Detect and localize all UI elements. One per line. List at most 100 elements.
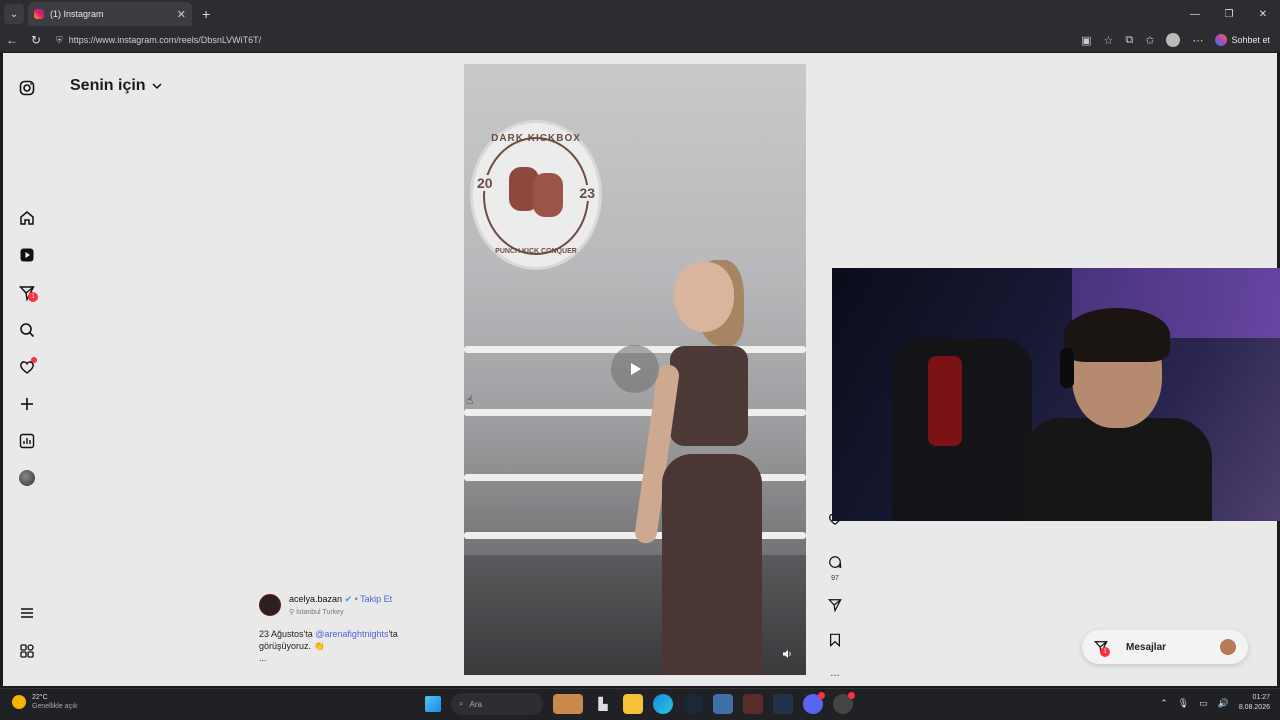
also-from-meta-icon[interactable] bbox=[18, 642, 36, 660]
profile-avatar-nav[interactable] bbox=[18, 469, 36, 487]
windows-taskbar: 22°C Genellikle açık ⌕ Ara ▙ ⌃ 🎙 ▭ 🔊 01:… bbox=[0, 688, 1280, 720]
back-arrow-icon[interactable]: ← bbox=[0, 33, 24, 47]
share-icon[interactable] bbox=[825, 598, 845, 614]
obs-icon[interactable] bbox=[833, 692, 855, 714]
window-controls: — ❐ ✕ bbox=[1178, 0, 1280, 28]
webcam-overlay bbox=[832, 268, 1280, 521]
window-close-icon[interactable]: ✕ bbox=[1246, 9, 1280, 20]
more-menu-hamburger-icon[interactable] bbox=[18, 604, 36, 622]
notifications-heart-icon[interactable] bbox=[18, 357, 37, 376]
athlete-head bbox=[674, 262, 734, 332]
search-icon: ⌕ bbox=[459, 699, 464, 708]
hand-cursor-icon: ☝ bbox=[466, 393, 474, 407]
clock-time: 01:27 bbox=[1252, 694, 1270, 701]
athlete-legs bbox=[662, 454, 762, 675]
reel-caption: 23 Ağustos'ta @arenafightnights'ta görüş… bbox=[259, 628, 439, 652]
home-icon[interactable] bbox=[18, 209, 36, 227]
caption-more[interactable]: ... bbox=[259, 653, 267, 663]
browser-toolbar-right: ▣ ☆ ⧉ ✩ ⋯ Sohbet et bbox=[1081, 28, 1270, 52]
ring-rope bbox=[464, 409, 806, 416]
gym-logo-sign: DARK KICKBOX 20 23 PUNCH KICK CONQUER bbox=[470, 120, 602, 270]
tray-chevron-up-icon[interactable]: ⌃ bbox=[1160, 698, 1168, 709]
copilot-chat-button[interactable]: Sohbet et bbox=[1215, 34, 1270, 46]
page-title: Senin için bbox=[70, 77, 146, 94]
comment-count: 97 bbox=[831, 575, 839, 582]
messages-label: Mesajlar bbox=[1126, 641, 1167, 653]
search-icon[interactable] bbox=[18, 321, 36, 339]
dashboard-chart-icon[interactable] bbox=[18, 432, 36, 450]
tab-list-chevron-icon[interactable]: ⌄ bbox=[4, 4, 24, 24]
copilot-chat-label: Sohbet et bbox=[1231, 35, 1270, 45]
direct-messages-icon[interactable]: 1 bbox=[18, 284, 38, 302]
discord-icon[interactable] bbox=[803, 692, 825, 714]
gym-logo-year-left: 20 bbox=[477, 175, 493, 191]
url-field[interactable]: ⛨ https://www.instagram.com/reels/DbsnLV… bbox=[56, 30, 1056, 50]
display-icon[interactable]: ▭ bbox=[1199, 698, 1208, 709]
reels-icon[interactable] bbox=[18, 246, 36, 264]
system-tray: ⌃ 🎙 ▭ 🔊 01:27 8.08.2026 bbox=[1160, 693, 1270, 713]
speaker-icon[interactable]: 🔊 bbox=[1218, 698, 1229, 709]
game-launcher-icon[interactable] bbox=[743, 694, 763, 714]
author-line: acelya.bazan ✔ • Takip Et bbox=[289, 594, 393, 604]
headset bbox=[1060, 348, 1074, 388]
messages-send-icon: 1 bbox=[1093, 640, 1110, 657]
weather-widget[interactable]: 22°C Genellikle açık bbox=[12, 693, 78, 711]
windows-start-icon[interactable] bbox=[425, 696, 441, 712]
favorite-star-icon[interactable]: ☆ bbox=[1104, 34, 1114, 47]
browser-tab-bar: ⌄ (1) Instagram ✕ + — ❐ ✕ bbox=[0, 0, 1280, 28]
code-editor-icon[interactable] bbox=[773, 694, 793, 714]
steam-icon[interactable] bbox=[683, 694, 703, 714]
author-location[interactable]: ⚲ İstanbul Turkey bbox=[289, 608, 344, 616]
gym-logo-year-right: 23 bbox=[579, 185, 595, 201]
messages-pill[interactable]: 1 Mesajlar bbox=[1082, 630, 1248, 664]
browser-tab-instagram[interactable]: (1) Instagram ✕ bbox=[28, 2, 192, 26]
taskbar-search[interactable]: ⌕ Ara bbox=[451, 693, 543, 715]
instagram-logo-icon[interactable] bbox=[18, 79, 36, 97]
feed-selector[interactable]: Senin için bbox=[70, 77, 162, 95]
caption-mention-link[interactable]: @arenafightnights bbox=[315, 629, 388, 639]
file-explorer-icon[interactable] bbox=[623, 694, 643, 714]
obs-notification-dot bbox=[848, 692, 855, 699]
athlete-top bbox=[670, 346, 748, 446]
taskbar-search-placeholder: Ara bbox=[469, 699, 482, 709]
reload-icon[interactable]: ↻ bbox=[24, 33, 48, 47]
gaming-chair-accent bbox=[928, 356, 962, 446]
browser-address-bar: ← ↻ ⛨ https://www.instagram.com/reels/Db… bbox=[0, 28, 1280, 52]
gym-logo-text-bottom: PUNCH KICK CONQUER bbox=[495, 248, 577, 255]
split-screen-icon[interactable]: ▣ bbox=[1081, 34, 1091, 47]
task-view-icon[interactable]: ▙ bbox=[593, 694, 613, 714]
tab-close-icon[interactable]: ✕ bbox=[177, 8, 186, 21]
new-tab-plus-icon[interactable]: + bbox=[202, 6, 210, 22]
play-button[interactable] bbox=[611, 345, 659, 393]
microphone-icon[interactable]: 🎙 bbox=[1178, 698, 1189, 709]
restore-icon[interactable]: ❐ bbox=[1212, 9, 1246, 20]
messages-badge: 1 bbox=[1100, 647, 1110, 657]
follow-button[interactable]: Takip Et bbox=[360, 594, 392, 604]
store-icon[interactable] bbox=[713, 694, 733, 714]
create-plus-icon[interactable] bbox=[18, 395, 36, 413]
profile-avatar-icon[interactable] bbox=[1166, 33, 1181, 47]
instagram-favicon-icon bbox=[34, 9, 44, 19]
more-options-button[interactable]: ... bbox=[825, 667, 845, 679]
author-avatar[interactable] bbox=[259, 594, 281, 616]
weather-desc: Genellikle açık bbox=[32, 703, 78, 710]
site-info-icon[interactable]: ⛨ bbox=[56, 35, 63, 46]
message-contact-avatar bbox=[1220, 639, 1236, 655]
extensions-icon[interactable]: ⧉ bbox=[1125, 34, 1133, 47]
favorites-list-icon[interactable]: ✩ bbox=[1145, 34, 1154, 47]
clock[interactable]: 01:27 8.08.2026 bbox=[1239, 693, 1270, 713]
author-username[interactable]: acelya.bazan bbox=[289, 594, 342, 604]
profile-picture-icon bbox=[19, 470, 35, 486]
save-bookmark-icon[interactable] bbox=[825, 633, 845, 649]
comment-icon[interactable] bbox=[825, 555, 845, 571]
streamer-body bbox=[1022, 418, 1212, 521]
gym-logo-text-top: DARK KICKBOX bbox=[491, 133, 581, 144]
reel-video[interactable]: DARK KICKBOX 20 23 PUNCH KICK CONQUER bbox=[464, 64, 806, 675]
widgets-icon[interactable] bbox=[553, 694, 583, 714]
left-navigation: 1 bbox=[3, 53, 51, 686]
weather-temp: 22°C bbox=[32, 694, 48, 701]
edge-browser-icon[interactable] bbox=[653, 694, 673, 714]
volume-icon[interactable] bbox=[782, 649, 792, 659]
more-menu-icon[interactable]: ⋯ bbox=[1192, 34, 1203, 47]
minimize-icon[interactable]: — bbox=[1178, 9, 1212, 20]
